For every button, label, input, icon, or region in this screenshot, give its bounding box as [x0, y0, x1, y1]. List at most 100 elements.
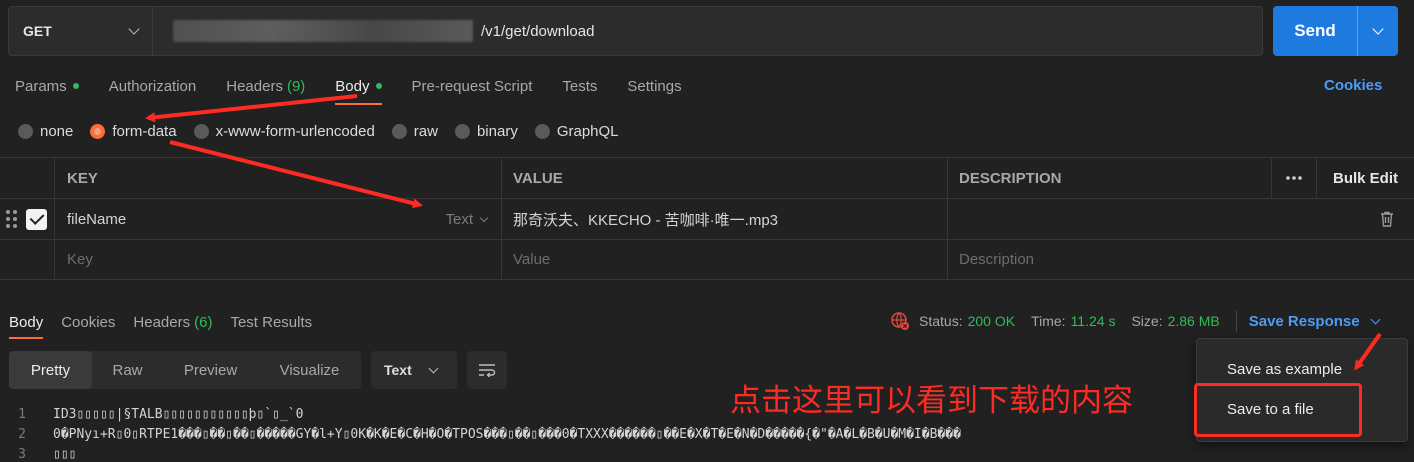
- key-cell[interactable]: fileName Text: [55, 199, 502, 239]
- table-header-row: KEY VALUE DESCRIPTION Bulk Edit: [0, 157, 1414, 198]
- trash-icon[interactable]: [1380, 211, 1394, 227]
- type-label: Text: [445, 210, 473, 228]
- tab-response-headers[interactable]: Headers (6): [124, 306, 221, 338]
- radio-label: raw: [413, 122, 438, 140]
- tab-test-results[interactable]: Test Results: [221, 306, 321, 338]
- column-header-description: DESCRIPTION: [948, 158, 1272, 198]
- tab-response-cookies[interactable]: Cookies: [52, 306, 124, 338]
- radio-label: form-data: [112, 122, 177, 140]
- checkbox-icon[interactable]: [26, 208, 47, 230]
- view-pretty[interactable]: Pretty: [9, 351, 92, 389]
- form-data-table: KEY VALUE DESCRIPTION Bulk Edit fileName…: [0, 157, 1414, 280]
- url-bar: GET /v1/get/download: [8, 6, 1263, 56]
- row-controls: [0, 199, 55, 239]
- key-input[interactable]: Key: [55, 240, 502, 279]
- key-value: fileName: [67, 210, 127, 228]
- tab-label: Headers: [133, 313, 191, 331]
- radio-icon: [391, 123, 407, 139]
- radio-raw[interactable]: raw: [391, 122, 438, 140]
- format-select[interactable]: Text: [371, 351, 457, 389]
- line-number: 3: [18, 446, 26, 462]
- line-text: ID3▯▯▯▯▯|§TALB▯▯▯▯▯▯▯▯▯▯▯þ▯`▯_`0: [53, 406, 304, 422]
- tab-params[interactable]: Params: [0, 70, 94, 102]
- save-response-button[interactable]: Save Response: [1249, 313, 1381, 330]
- code-line: 3 ▯▯▯: [0, 444, 1414, 462]
- headers-count: (6): [194, 313, 213, 331]
- table-row-empty: Key Value Description: [0, 239, 1414, 280]
- wrap-lines-icon: [479, 364, 496, 378]
- radio-label: binary: [476, 122, 518, 140]
- tab-tests[interactable]: Tests: [547, 70, 612, 102]
- view-visualize[interactable]: Visualize: [258, 351, 361, 389]
- annotation-text: 点击这里可以看到下载的内容: [730, 383, 1133, 419]
- radio-binary[interactable]: binary: [454, 122, 518, 140]
- type-select[interactable]: Text: [445, 199, 489, 239]
- send-options-button[interactable]: [1358, 22, 1398, 35]
- tab-settings[interactable]: Settings: [612, 70, 696, 102]
- radio-none[interactable]: none: [18, 123, 73, 140]
- row-controls: [0, 240, 55, 279]
- drag-handle-icon[interactable]: [6, 210, 17, 228]
- description-input[interactable]: Description: [948, 240, 1272, 279]
- radio-selected-icon: [90, 123, 106, 139]
- active-dot-icon: [375, 83, 382, 89]
- radio-label: x-www-form-urlencoded: [215, 122, 375, 140]
- headers-count: (9): [286, 77, 306, 95]
- radio-x-www-form-urlencoded[interactable]: x-www-form-urlencoded: [193, 122, 375, 140]
- radio-graphql[interactable]: GraphQL: [534, 122, 619, 140]
- body-type-radios: none form-data x-www-form-urlencoded raw…: [18, 120, 636, 142]
- tab-label: Test Results: [230, 313, 313, 331]
- size-value[interactable]: 2.86 MB: [1168, 313, 1220, 329]
- tab-label: Body: [335, 77, 370, 95]
- radio-label: none: [40, 122, 74, 140]
- cookies-link[interactable]: Cookies: [1324, 77, 1382, 94]
- bulk-edit-button[interactable]: Bulk Edit: [1317, 158, 1414, 198]
- column-header-value: VALUE: [502, 158, 948, 198]
- tab-label: Body: [9, 313, 44, 331]
- response-view-tabs: Pretty Raw Preview Visualize: [9, 351, 361, 389]
- radio-icon: [534, 123, 550, 139]
- send-button[interactable]: Send: [1273, 21, 1357, 41]
- line-number: 1: [18, 406, 26, 422]
- menu-item-save-as-example[interactable]: Save as example: [1227, 361, 1342, 378]
- chevron-down-icon: [428, 363, 439, 373]
- globe-error-icon[interactable]: [890, 311, 910, 331]
- status-label: Status:: [919, 313, 963, 329]
- description-cell[interactable]: [948, 199, 1317, 239]
- method-label: GET: [23, 23, 52, 39]
- tab-body[interactable]: Body: [320, 70, 396, 105]
- tab-label: Tests: [562, 77, 598, 95]
- response-status-bar: Status: 200 OK Time: 11.24 s Size: 2.86 …: [890, 310, 1381, 332]
- radio-label: GraphQL: [556, 122, 619, 140]
- view-preview[interactable]: Preview: [163, 351, 258, 389]
- value-cell[interactable]: 那奇沃夫、KKECHO - 苦咖啡·唯一.mp3: [502, 199, 948, 239]
- tab-label: Cookies: [61, 313, 116, 331]
- tab-label: Pre-request Script: [411, 77, 533, 95]
- value-input[interactable]: Value: [502, 240, 948, 279]
- divider: [1235, 310, 1237, 332]
- more-icon[interactable]: [1272, 158, 1317, 198]
- status-value[interactable]: 200 OK: [968, 313, 1015, 329]
- time-value[interactable]: 11.24 s: [1071, 313, 1116, 329]
- column-header-key: KEY: [55, 158, 502, 198]
- radio-form-data[interactable]: form-data: [90, 122, 177, 140]
- row-actions: [1317, 199, 1414, 239]
- line-number: 2: [18, 426, 26, 442]
- tab-authorization[interactable]: Authorization: [94, 70, 212, 102]
- method-select[interactable]: GET: [9, 7, 153, 55]
- tab-headers[interactable]: Headers (9): [211, 70, 320, 102]
- radio-icon: [18, 123, 33, 139]
- radio-icon: [193, 123, 209, 139]
- tab-label: Params: [15, 77, 67, 95]
- format-label: Text: [384, 362, 412, 378]
- radio-icon: [454, 123, 470, 139]
- table-row: fileName Text 那奇沃夫、KKECHO - 苦咖啡·唯一.mp3: [0, 198, 1414, 239]
- line-text: ▯▯▯: [53, 446, 77, 462]
- url-redacted: [173, 20, 473, 42]
- send-button-group: Send: [1273, 6, 1398, 56]
- wrap-lines-button[interactable]: [467, 351, 507, 389]
- view-raw[interactable]: Raw: [92, 351, 163, 389]
- url-input[interactable]: /v1/get/download: [481, 23, 594, 40]
- tab-pre-request-script[interactable]: Pre-request Script: [397, 70, 548, 102]
- tab-response-body[interactable]: Body: [0, 306, 52, 339]
